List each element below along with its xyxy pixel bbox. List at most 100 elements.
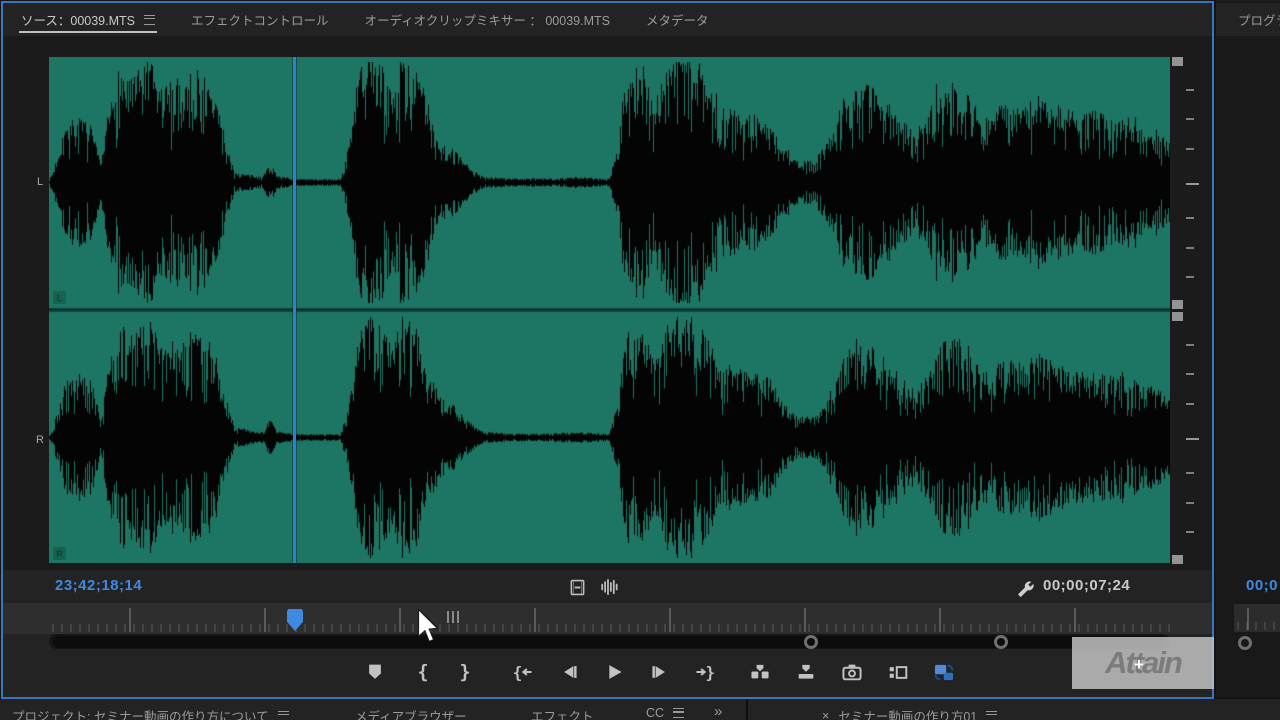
tab-metadata[interactable]: メタデータ <box>646 3 709 36</box>
level-tick <box>1186 183 1199 185</box>
export-frame-button[interactable] <box>838 658 866 686</box>
duration-timecode: 00;00;07;24 <box>1043 577 1130 594</box>
gain-handle[interactable] <box>1172 555 1183 564</box>
tab-effects-label: エフェクト <box>531 706 594 720</box>
panel-menu-icon[interactable] <box>986 711 997 720</box>
tab-effect-controls[interactable]: エフェクトコントロール <box>191 3 329 36</box>
tab-effect-controls-label: エフェクトコントロール <box>191 10 329 29</box>
playhead-line[interactable] <box>293 57 296 563</box>
audio-waveform-display[interactable] <box>49 57 1170 563</box>
mark-in-button[interactable]: { <box>409 658 437 686</box>
svg-text:}: } <box>705 663 715 682</box>
tab-metadata-label: メタデータ <box>646 10 709 29</box>
level-tick <box>1186 148 1194 150</box>
step-back-button[interactable] <box>555 658 583 686</box>
button-editor-icon <box>887 661 909 683</box>
marker-icon <box>364 661 386 683</box>
overwrite-button[interactable] <box>792 658 820 686</box>
level-tick <box>1186 217 1194 219</box>
level-tick <box>1186 502 1194 504</box>
level-tick <box>1186 276 1194 278</box>
panel-menu-icon[interactable] <box>673 708 684 718</box>
tab-project[interactable]: プロジェクト: セミナー動画の作り方について <box>12 706 289 720</box>
button-editor-button[interactable] <box>884 658 912 686</box>
tab-media-browser[interactable]: メディアブラウザー <box>355 706 467 720</box>
drag-audio-only-button[interactable] <box>598 576 622 598</box>
svg-text:{: { <box>513 663 523 682</box>
go-to-in-button[interactable]: { <box>509 658 537 686</box>
audio-level-ruler[interactable] <box>1172 57 1212 563</box>
tab-overflow-chevron[interactable]: » <box>714 703 722 720</box>
insert-icon <box>749 661 771 683</box>
tab-timeline-sequence[interactable]: × セミナー動画の作り方01 <box>822 706 997 720</box>
attain-watermark: Attain + <box>1072 637 1214 689</box>
svg-text:{: { <box>417 662 428 683</box>
program-panel-tabbar: プログラ <box>1216 3 1280 36</box>
level-tick <box>1186 531 1194 533</box>
current-timecode[interactable]: 23;42;18;14 <box>55 577 142 594</box>
tab-effects[interactable]: エフェクト <box>531 706 594 720</box>
mark-in-icon: { <box>412 661 434 683</box>
tab-timeline-label: セミナー動画の作り方01 <box>838 706 977 720</box>
program-timecode[interactable]: 00;0 <box>1246 577 1280 594</box>
level-tick <box>1186 438 1199 440</box>
zoom-handle-right[interactable] <box>994 635 1008 649</box>
mark-out-icon: } <box>454 661 476 683</box>
transport-controls: {} {} <box>3 650 1213 694</box>
time-ruler[interactable] <box>3 603 1213 634</box>
tab-program[interactable]: プログラ <box>1238 10 1280 29</box>
tab-cc[interactable]: CC <box>646 706 684 720</box>
program-time-ruler[interactable] <box>1234 604 1280 632</box>
watermark-plus-sign: + <box>1134 655 1144 675</box>
source-panel-tabbar: ソース：00039.MTS エフェクトコントロール オーディオクリップミキサー … <box>3 3 1213 36</box>
settings-button[interactable] <box>1013 577 1035 599</box>
channel-right-label: R <box>36 434 44 446</box>
channel-right-badge: R <box>53 547 66 560</box>
gain-handle[interactable] <box>1172 57 1183 66</box>
tab-media-browser-label: メディアブラウザー <box>355 706 467 720</box>
step-forward-icon <box>649 661 671 683</box>
channel-left-badge: L <box>53 291 66 304</box>
drag-video-only-button[interactable] <box>566 576 588 598</box>
zoom-handle-left[interactable] <box>804 635 818 649</box>
step-forward-button[interactable] <box>646 658 674 686</box>
gain-handle[interactable] <box>1172 300 1183 309</box>
go-to-out-icon: } <box>694 661 716 683</box>
ruler-grip-handle[interactable] <box>447 611 461 623</box>
panel-menu-icon[interactable] <box>144 15 155 25</box>
tab-source-label: ソース：00039.MTS <box>21 10 135 29</box>
level-tick <box>1186 118 1194 120</box>
go-to-out-button[interactable]: } <box>691 658 719 686</box>
toggle-proxies-button[interactable] <box>930 658 958 686</box>
tab-cc-label: CC <box>646 706 664 720</box>
tab-audio-clip-mixer[interactable]: オーディオクリップミキサー ： 00039.MTS <box>365 3 610 36</box>
level-tick <box>1186 247 1194 249</box>
drag-video-icon <box>568 578 587 597</box>
play-icon <box>603 661 625 683</box>
panel-menu-icon[interactable] <box>278 711 289 720</box>
chevron-more-icon: » <box>714 703 722 720</box>
level-tick <box>1186 373 1194 375</box>
tab-source[interactable]: ソース：00039.MTS <box>21 3 155 36</box>
panel-divider <box>746 699 748 720</box>
gain-handle[interactable] <box>1172 312 1183 321</box>
program-zoom-handle[interactable] <box>1238 636 1252 650</box>
level-tick <box>1186 472 1194 474</box>
channel-left-label: L <box>37 176 43 188</box>
add-marker-button[interactable] <box>361 658 389 686</box>
go-to-in-icon: { <box>512 661 534 683</box>
drag-audio-icon <box>600 577 620 597</box>
mark-out-button[interactable]: } <box>451 658 479 686</box>
overwrite-icon <box>795 661 817 683</box>
level-tick <box>1186 344 1194 346</box>
premiere-pro-window: ソース：00039.MTS エフェクトコントロール オーディオクリップミキサー … <box>0 0 1280 720</box>
close-icon[interactable]: × <box>822 709 829 720</box>
wrench-icon <box>1015 579 1034 598</box>
level-tick <box>1186 89 1194 91</box>
tab-project-label: プロジェクト: セミナー動画の作り方について <box>12 706 269 720</box>
play-button[interactable] <box>600 658 628 686</box>
bottom-panel-tabbar: プロジェクト: セミナー動画の作り方について メディアブラウザー エフェクト C… <box>0 698 1280 720</box>
program-ruler-ticks <box>1234 604 1280 632</box>
tab-audio-clip-mixer-label: オーディオクリップミキサー ： 00039.MTS <box>365 10 610 29</box>
insert-button[interactable] <box>746 658 774 686</box>
